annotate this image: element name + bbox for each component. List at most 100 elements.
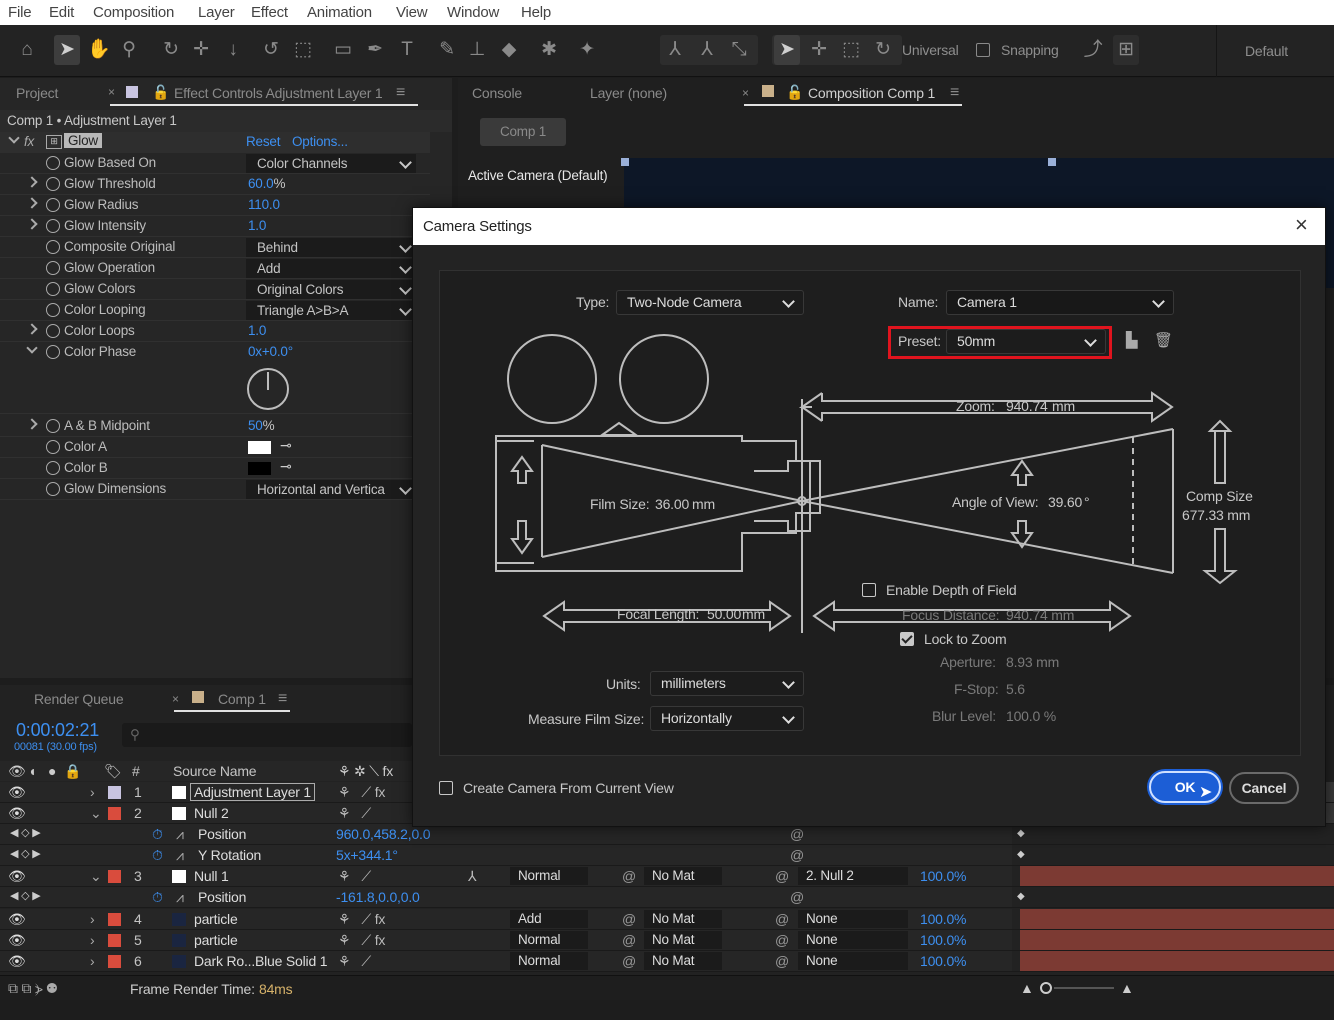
expand-chevron-icon[interactable]: › [90,911,95,927]
eraser-tool-icon[interactable]: ◆ [496,35,522,65]
layer-name[interactable]: Null 2 [194,805,229,821]
roto-brush-icon[interactable]: ✱ [536,35,562,65]
effect-name-glow[interactable]: Glow [64,133,102,148]
layer-name[interactable]: Null 1 [194,868,229,884]
keyframe-nav-icon[interactable]: ◀ ◇ ▶ [10,889,41,902]
film-size-value[interactable]: 36.00 [655,496,689,512]
audio-icon[interactable]: ◖ [28,763,36,779]
snapping-checkbox[interactable] [976,43,990,57]
brush-tool-icon[interactable]: ✎ [434,35,460,65]
layer-row-3[interactable]: 👁 ⌄ 3 Null 1 ⚘ ⟋ ⅄ Normal @ No Mat @ 2. … [0,866,1334,887]
eyedropper-icon[interactable]: ⊸ [280,437,292,454]
keyframe-marker[interactable]: ◆ [1017,891,1025,902]
eye-icon[interactable]: 👁 [8,953,26,970]
blend-mode-dropdown[interactable]: Normal [510,931,588,949]
graph-icon[interactable]: ⩘ [176,847,184,864]
keyframe-marker[interactable]: ◆ [1017,849,1025,860]
close-tab-icon[interactable]: × [108,85,115,99]
stopwatch-icon[interactable] [46,419,60,433]
label-color[interactable] [108,934,121,947]
blend-mode-dropdown[interactable]: Add [510,910,588,928]
reset-link[interactable]: Reset [246,134,280,149]
track-matte-dropdown[interactable]: No Mat [644,931,722,949]
menu-animation[interactable]: Animation [307,4,372,21]
property-row-y-rotation[interactable]: ◀ ◇ ▶ ⏱ ⩘ Y Rotation 5x+344.1° @ ◆ [0,845,1334,866]
label-color[interactable] [108,913,121,926]
close-tab-icon[interactable]: × [742,86,749,100]
stopwatch-icon[interactable] [46,219,60,233]
tab-effect-controls[interactable]: Effect Controls Adjustment Layer 1 [174,85,383,101]
track-matte-dropdown[interactable]: No Mat [644,952,722,970]
parent-dropdown[interactable]: None [798,931,908,949]
parent-pickwhip-icon[interactable]: @ [775,953,789,969]
stamp-tool-icon[interactable]: ⊥ [464,35,490,65]
stretch-value[interactable]: 100.0% [920,932,966,948]
timeline-search-input[interactable]: ⚲ [122,723,412,747]
cancel-button[interactable]: Cancel [1229,772,1299,804]
stopwatch-icon[interactable]: ⏱ [152,889,163,906]
footer-toggle-icons[interactable]: ⧉ ⧉ ⦔ ⚉ [8,980,57,997]
current-timecode[interactable]: 0:00:02:21 [16,720,99,741]
zoom-slider-handle[interactable] [1040,982,1052,994]
menu-window[interactable]: Window [447,4,499,21]
snap-options-icon[interactable]: ⤴ [1080,35,1106,65]
snap-grid-icon[interactable]: ⊞ [1113,35,1139,65]
stopwatch-icon[interactable]: ⏱ [152,847,163,864]
panel-menu-icon[interactable]: ≡ [278,690,287,708]
keyframe-nav-icon[interactable]: ◀ ◇ ▶ [10,847,41,860]
color-a-swatch[interactable] [248,441,271,454]
layer-row-5[interactable]: 👁 › 5 particle ⚘ ⟋ fx Normal @ No Mat @ … [0,930,1334,951]
composite-original-dropdown[interactable]: Behind [246,238,416,257]
menu-effect[interactable]: Effect [251,4,288,21]
switches-icon[interactable]: ⚘ ⟋ fx [338,784,385,801]
menu-help[interactable]: Help [521,4,551,21]
switches-icon[interactable]: ⚘ ⟋ fx [338,911,385,928]
menu-view[interactable]: View [396,4,428,21]
color-b-swatch[interactable] [248,462,271,475]
close-tab-icon[interactable]: × [172,692,179,706]
label-color[interactable] [108,870,121,883]
pan-tool-icon[interactable]: ✛ [188,35,214,65]
menu-layer[interactable]: Layer [198,4,235,21]
zoom-in-icon[interactable]: ▲ [1120,980,1134,996]
label-color[interactable] [108,955,121,968]
local-axis-icon[interactable]: ⅄ [662,35,688,65]
layer-name[interactable]: particle [194,932,238,948]
expression-icon[interactable]: @ [790,826,804,842]
stopwatch-icon[interactable] [46,177,60,191]
fx-icon[interactable]: fx [24,134,34,149]
glow-intensity-value[interactable]: 1.0 [248,218,266,233]
expand-chevron-icon[interactable]: › [90,953,95,969]
stopwatch-icon[interactable] [46,282,60,296]
lock-to-zoom-checkbox[interactable] [900,632,914,646]
color-loops-value[interactable]: 1.0 [248,323,266,338]
tab-render-queue[interactable]: Render Queue [34,691,124,707]
preset-dropdown[interactable]: 50mm [946,329,1106,354]
blend-mode-dropdown[interactable]: Normal [510,952,588,970]
stopwatch-icon[interactable] [46,240,60,254]
eye-icon[interactable]: 👁 [8,911,26,928]
camera-name-input[interactable]: Camera 1 [946,290,1174,315]
graph-icon[interactable]: ⩘ [176,889,184,906]
expand-chevron-icon[interactable] [26,418,38,430]
lock-icon[interactable]: 🔓 [152,84,169,101]
puppet-tool-icon[interactable]: ✦ [574,35,600,65]
expression-icon[interactable]: @ [790,847,804,863]
color-phase-dial[interactable] [247,368,289,410]
panel-menu-icon[interactable]: ≡ [396,84,405,102]
world-axis-icon[interactable]: ⅄ [694,35,720,65]
property-row-position[interactable]: ◀ ◇ ▶ ⏱ ⩘ Position 960.0,458.2,0.0 @ ◆ [0,824,1334,845]
units-dropdown[interactable]: millimeters [650,671,804,696]
expand-chevron-icon[interactable] [26,176,38,188]
layer-name[interactable]: particle [194,911,238,927]
menu-edit[interactable]: Edit [49,4,74,21]
stopwatch-icon[interactable] [46,482,60,496]
scale-icon[interactable]: ⬚ [838,35,864,65]
layer-bar[interactable] [1020,951,1334,971]
view-axis-icon[interactable]: ⤡ [726,35,752,65]
stopwatch-icon[interactable] [46,198,60,212]
switches-icon[interactable]: ⚘ ⟋ fx [338,932,385,949]
rotate-icon[interactable]: ↻ [870,35,896,65]
menu-file[interactable]: File [8,4,32,21]
zoom-out-icon[interactable]: ▲ [1020,980,1034,996]
